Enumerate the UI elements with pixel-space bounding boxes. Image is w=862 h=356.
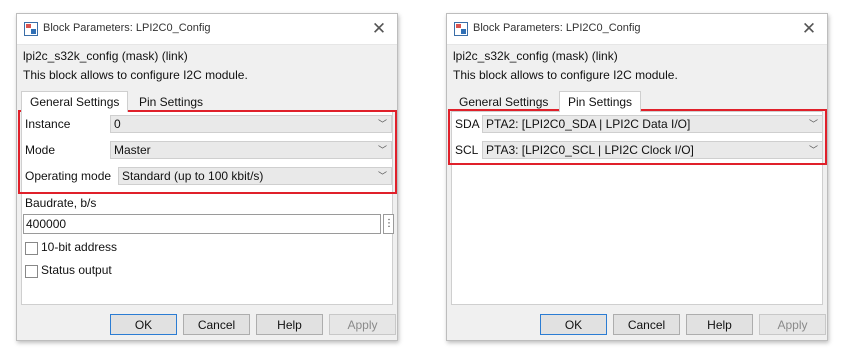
sda-pin-dropdown[interactable]: PTA2: [LPI2C0_SDA | LPI2C Data I/O] ﹀ <box>482 115 823 133</box>
title-bar[interactable]: Block Parameters: LPI2C0_Config ✕ <box>17 14 397 45</box>
chevron-down-icon: ﹀ <box>377 119 387 129</box>
tab-bar: General Settings Pin Settings <box>451 91 827 112</box>
instance-dropdown[interactable]: 0 ﹀ <box>110 115 392 133</box>
block-description: This block allows to configure I2C modul… <box>23 68 248 82</box>
block-type-text: lpi2c_s32k_config (mask) (link) <box>453 49 618 63</box>
chevron-down-icon: ﹀ <box>377 145 387 155</box>
ok-button[interactable]: OK <box>540 314 607 335</box>
vertical-dots-icon[interactable]: ⋮ <box>383 214 394 234</box>
baudrate-input[interactable]: 400000 <box>23 214 381 234</box>
cancel-button[interactable]: Cancel <box>183 314 250 335</box>
tab-general-settings[interactable]: General Settings <box>21 91 129 112</box>
help-button[interactable]: Help <box>256 314 323 335</box>
operating-mode-dropdown[interactable]: Standard (up to 100 kbit/s) ﹀ <box>118 167 392 185</box>
block-description: This block allows to configure I2C modul… <box>453 68 678 82</box>
status-output-checkbox[interactable] <box>25 265 38 278</box>
scl-label: SCL <box>455 143 479 157</box>
settings-panel: Instance 0 ﹀ Mode Master ﹀ Operating mod… <box>18 110 397 305</box>
simulink-block-icon <box>24 22 38 36</box>
close-icon[interactable]: ✕ <box>797 17 821 41</box>
sda-pin-value: PTA2: [LPI2C0_SDA | LPI2C Data I/O] <box>486 117 691 131</box>
window-title: Block Parameters: LPI2C0_Config <box>43 22 211 34</box>
mode-value: Master <box>114 143 151 157</box>
sda-label: SDA <box>455 117 480 131</box>
operating-mode-label: Operating mode <box>25 169 112 183</box>
chevron-down-icon: ﹀ <box>808 119 818 129</box>
help-button[interactable]: Help <box>686 314 753 335</box>
ten-bit-address-checkbox[interactable] <box>25 242 38 255</box>
block-parameters-dialog-general: Block Parameters: LPI2C0_Config ✕ lpi2c_… <box>16 13 398 341</box>
mode-label: Mode <box>25 143 56 157</box>
cancel-button[interactable]: Cancel <box>613 314 680 335</box>
simulink-block-icon <box>454 22 468 36</box>
ok-button[interactable]: OK <box>110 314 177 335</box>
close-icon[interactable]: ✕ <box>367 17 391 41</box>
chevron-down-icon: ﹀ <box>377 171 387 181</box>
apply-button[interactable]: Apply <box>329 314 396 335</box>
scl-pin-dropdown[interactable]: PTA3: [LPI2C0_SCL | LPI2C Clock I/O] ﹀ <box>482 141 823 159</box>
block-type-text: lpi2c_s32k_config (mask) (link) <box>23 49 188 63</box>
apply-button[interactable]: Apply <box>759 314 826 335</box>
settings-panel: SDA PTA2: [LPI2C0_SDA | LPI2C Data I/O] … <box>448 109 827 305</box>
chevron-down-icon: ﹀ <box>808 145 818 155</box>
instance-label: Instance <box>25 117 71 131</box>
block-parameters-dialog-pins: Block Parameters: LPI2C0_Config ✕ lpi2c_… <box>446 13 828 341</box>
window-title: Block Parameters: LPI2C0_Config <box>473 22 641 34</box>
status-output-label: Status output <box>41 263 112 277</box>
tab-pin-settings[interactable]: Pin Settings <box>559 91 642 112</box>
ten-bit-address-label: 10-bit address <box>41 240 118 254</box>
operating-mode-value: Standard (up to 100 kbit/s) <box>122 169 264 183</box>
tab-pin-settings[interactable]: Pin Settings <box>131 93 211 111</box>
mode-dropdown[interactable]: Master ﹀ <box>110 141 392 159</box>
scl-pin-value: PTA3: [LPI2C0_SCL | LPI2C Clock I/O] <box>486 143 694 157</box>
tab-bar: General Settings Pin Settings <box>21 91 397 112</box>
tab-general-settings[interactable]: General Settings <box>451 93 556 111</box>
instance-value: 0 <box>114 117 121 131</box>
title-bar[interactable]: Block Parameters: LPI2C0_Config ✕ <box>447 14 827 45</box>
baudrate-label: Baudrate, b/s <box>25 196 97 210</box>
